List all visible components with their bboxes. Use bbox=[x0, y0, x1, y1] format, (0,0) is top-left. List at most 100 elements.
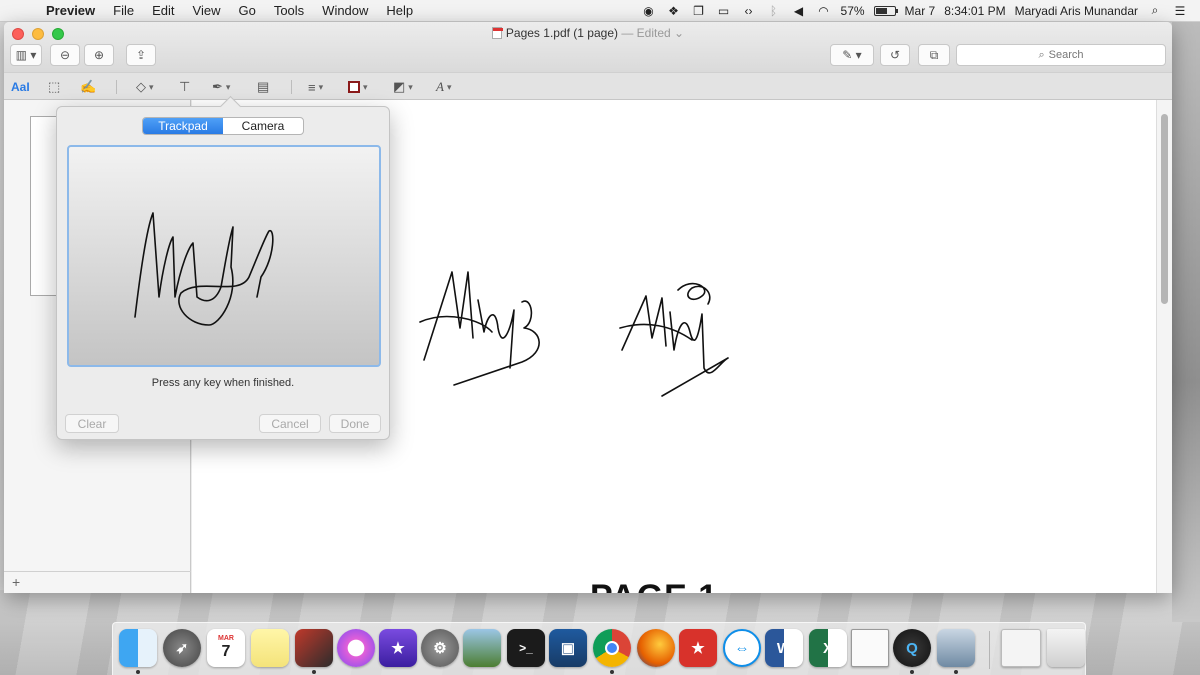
image-capture-icon[interactable] bbox=[937, 629, 975, 667]
word-icon[interactable]: W bbox=[765, 629, 803, 667]
running-indicator bbox=[610, 670, 614, 674]
quicktime-icon[interactable]: Q bbox=[893, 629, 931, 667]
sketch-icon[interactable]: ✍ bbox=[80, 77, 96, 97]
menu-go[interactable]: Go bbox=[229, 3, 264, 18]
tab-camera[interactable]: Camera bbox=[223, 118, 303, 134]
line-style-icon: ≡ bbox=[308, 79, 316, 95]
sidebar-icon: ▥ ▾ bbox=[15, 48, 37, 62]
notes-icon[interactable] bbox=[251, 629, 289, 667]
menu-date[interactable]: Mar 7 bbox=[905, 4, 936, 18]
menu-app-name[interactable]: Preview bbox=[40, 3, 104, 18]
clear-button[interactable]: Clear bbox=[65, 414, 119, 433]
keyboard-icon[interactable]: ▭ bbox=[716, 4, 732, 18]
document-icon[interactable] bbox=[851, 629, 889, 667]
chevron-down-icon: ▾ bbox=[363, 81, 368, 92]
text-box-icon[interactable]: ⊤ bbox=[179, 77, 190, 97]
title-bar: Pages 1.pdf (1 page) — Edited ⌄ ▥ ▾ ⊖ ⊕ … bbox=[4, 22, 1172, 72]
search-placeholder: Search bbox=[1048, 49, 1084, 61]
shapes-button[interactable]: ◇ ▾ bbox=[136, 77, 154, 97]
cancel-button[interactable]: Cancel bbox=[259, 414, 321, 433]
battery-percent[interactable]: 57% bbox=[841, 4, 865, 18]
windows-icon[interactable]: ❐ bbox=[691, 4, 707, 18]
launchpad-icon[interactable]: ➶ bbox=[163, 629, 201, 667]
signature-source-segmented-control: Trackpad Camera bbox=[142, 117, 304, 135]
rotate-icon: ↺ bbox=[889, 48, 901, 62]
menu-help[interactable]: Help bbox=[377, 3, 422, 18]
font-icon: A bbox=[436, 79, 444, 94]
toolbox-icon: ⧉ bbox=[929, 47, 939, 62]
menu-time[interactable]: 8:34:01 PM bbox=[944, 4, 1005, 18]
record-icon[interactable]: ◉ bbox=[641, 4, 657, 18]
border-color-icon bbox=[348, 81, 360, 93]
virtualbox-icon[interactable]: ▣ bbox=[549, 629, 587, 667]
menu-view[interactable]: View bbox=[184, 3, 230, 18]
shapes-icon: ◇ bbox=[136, 79, 146, 94]
rotate-button[interactable]: ↺ bbox=[880, 44, 910, 66]
sidebar-view-button[interactable]: ▥ ▾ bbox=[10, 44, 42, 66]
menu-window[interactable]: Window bbox=[313, 3, 377, 18]
calendar-icon[interactable]: MAR 7 bbox=[207, 629, 245, 667]
page-heading: PAGE 1 bbox=[590, 578, 718, 593]
dropbox-icon[interactable]: ❖ bbox=[666, 4, 682, 18]
signature-drawing-pad[interactable] bbox=[67, 145, 381, 367]
line-style-button[interactable]: ≡ ▾ bbox=[308, 77, 323, 97]
chevron-down-icon[interactable]: ⌄ bbox=[674, 26, 684, 40]
zoom-out-button[interactable]: ⊖ bbox=[50, 44, 80, 66]
terminal-icon[interactable]: >_ bbox=[507, 629, 545, 667]
running-indicator bbox=[312, 670, 316, 674]
signature-button[interactable]: ✒ ▾ bbox=[212, 77, 230, 97]
text-style-button[interactable]: A ▾ bbox=[436, 77, 451, 97]
bookmarks-icon[interactable]: ★ bbox=[679, 629, 717, 667]
signature-stroke bbox=[134, 212, 274, 326]
rect-selection-icon[interactable]: ⬚ bbox=[48, 77, 60, 97]
share-button[interactable]: ⇪ bbox=[126, 44, 156, 66]
menu-tools[interactable]: Tools bbox=[265, 3, 313, 18]
itunes-icon[interactable]: ♫ bbox=[337, 629, 375, 667]
text-selection-tool[interactable]: AaI bbox=[11, 77, 30, 97]
note-icon[interactable]: ▤ bbox=[257, 77, 269, 97]
bluetooth-icon[interactable]: ᛒ bbox=[766, 4, 782, 18]
menu-file[interactable]: File bbox=[104, 3, 143, 18]
zoom-in-button[interactable]: ⊕ bbox=[84, 44, 114, 66]
code-icon[interactable]: ‹› bbox=[741, 4, 757, 18]
fill-color-icon: ◩ bbox=[393, 79, 406, 94]
markup-toolbar: AaI ⬚ ✍ ◇ ▾ ⊤ ✒ ▾ ▤ ≡ ▾ ▾ ◩ ▾ A ▾ bbox=[4, 72, 1172, 100]
add-page-icon[interactable]: + bbox=[4, 571, 191, 593]
imovie-icon[interactable]: ★ bbox=[379, 629, 417, 667]
notification-center-icon[interactable]: ☰ bbox=[1172, 4, 1188, 18]
pdf-file-icon bbox=[491, 27, 503, 39]
chevron-down-icon: ▾ bbox=[408, 81, 413, 92]
toolbox-button[interactable]: ⧉ bbox=[918, 44, 950, 66]
menu-edit[interactable]: Edit bbox=[143, 3, 183, 18]
vertical-scrollbar[interactable] bbox=[1156, 100, 1172, 593]
calendar-day: 7 bbox=[221, 643, 231, 660]
spotlight-icon[interactable]: ⌕ bbox=[1147, 3, 1163, 18]
search-field[interactable]: ⌕ Search bbox=[956, 44, 1166, 66]
system-preferences-icon[interactable]: ⚙ bbox=[421, 629, 459, 667]
chevron-down-icon: ▾ bbox=[149, 81, 154, 92]
excel-icon[interactable]: X bbox=[809, 629, 847, 667]
done-button[interactable]: Done bbox=[329, 414, 381, 433]
menu-user[interactable]: Maryadi Aris Munandar bbox=[1015, 4, 1138, 18]
teamviewer-icon[interactable]: ⇔ bbox=[723, 629, 761, 667]
running-indicator bbox=[136, 670, 140, 674]
signature-hint: Press any key when finished. bbox=[151, 377, 295, 389]
photo-booth-icon[interactable] bbox=[295, 629, 333, 667]
border-color-button[interactable]: ▾ bbox=[348, 77, 368, 97]
edited-label[interactable]: — Edited bbox=[621, 26, 670, 40]
fill-color-button[interactable]: ◩ ▾ bbox=[393, 77, 413, 97]
battery-icon[interactable] bbox=[873, 5, 898, 16]
search-icon: ⌕ bbox=[1038, 48, 1045, 61]
tab-trackpad[interactable]: Trackpad bbox=[143, 118, 223, 134]
network-utility-icon[interactable] bbox=[463, 629, 501, 667]
markup-toolbar-button[interactable]: ✎ ▾ bbox=[830, 44, 874, 66]
finder-icon[interactable] bbox=[119, 629, 157, 667]
wifi-icon[interactable]: ◠ bbox=[816, 4, 832, 18]
scrollbar-thumb[interactable] bbox=[1161, 114, 1168, 304]
window-title-text: Pages 1.pdf (1 page) bbox=[505, 26, 618, 40]
trash-icon[interactable] bbox=[1047, 629, 1085, 667]
chrome-window-icon[interactable] bbox=[1001, 629, 1041, 667]
firefox-icon[interactable] bbox=[637, 629, 675, 667]
volume-icon[interactable]: ◀ bbox=[791, 4, 807, 18]
chrome-icon[interactable] bbox=[593, 629, 631, 667]
